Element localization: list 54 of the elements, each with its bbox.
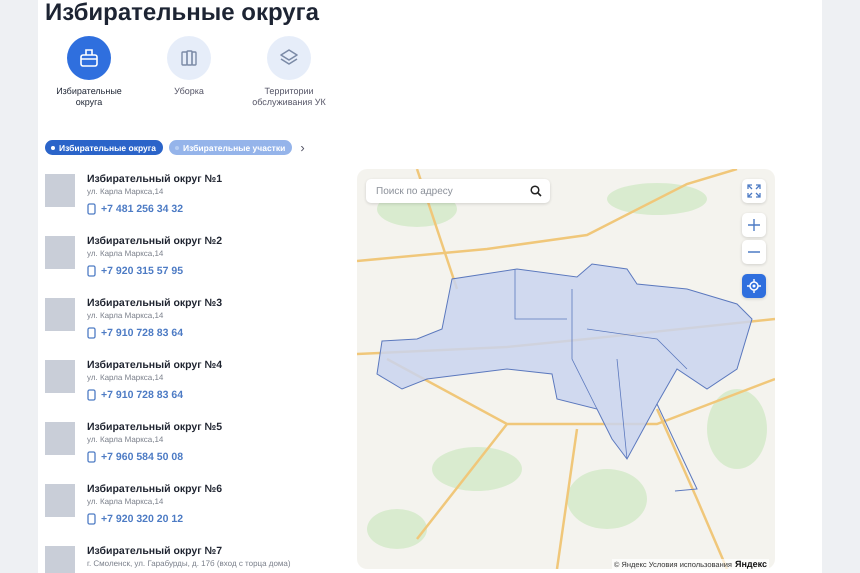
district-address: ул. Карла Маркса,14 xyxy=(87,186,164,198)
category-label: Территории обслуживания УК xyxy=(251,86,327,108)
category-label: Избирательные округа xyxy=(55,86,123,108)
district-name: Избирательный округ №7 xyxy=(87,545,224,558)
category-label: Уборка xyxy=(174,86,204,97)
photo-placeholder xyxy=(45,360,75,393)
phone-link[interactable]: +7 910 728 83 64 xyxy=(101,389,184,401)
category-button[interactable] xyxy=(167,36,211,80)
phone-icon xyxy=(87,451,96,463)
minus-icon xyxy=(748,251,760,253)
district-name: Избирательный округ №2 xyxy=(87,235,222,248)
photo-placeholder xyxy=(45,484,75,517)
district-name: Избирательный округ №1 xyxy=(87,173,222,186)
map-logo: Яндекс xyxy=(734,559,767,569)
phone-icon xyxy=(87,203,96,215)
district-address: ул. Карла Маркса,14 xyxy=(87,372,164,384)
district-address: ул. Карла Маркса,14 xyxy=(87,248,164,260)
phone-link[interactable]: +7 481 256 34 32 xyxy=(101,203,184,215)
zoom-in-button[interactable] xyxy=(742,213,766,237)
filter-chip[interactable]: Избирательные округа xyxy=(45,140,164,155)
district-name: Избирательный округ №3 xyxy=(87,297,222,310)
plus-icon xyxy=(748,219,760,231)
district-address: ул. Карла Маркса,14 xyxy=(87,496,164,508)
category-button[interactable] xyxy=(267,36,311,80)
zoom-out-button[interactable] xyxy=(742,240,766,264)
category-button[interactable] xyxy=(67,36,111,80)
phone-link[interactable]: +7 920 320 20 12 xyxy=(101,513,184,525)
phone-link[interactable]: +7 960 584 50 08 xyxy=(101,451,184,463)
phone-icon xyxy=(87,265,96,277)
fullscreen-button[interactable] xyxy=(742,179,766,203)
page-title: Избирательные округа xyxy=(45,0,320,28)
locate-button[interactable] xyxy=(742,274,766,298)
expand-icon xyxy=(747,184,761,198)
target-icon xyxy=(747,279,761,293)
district-address: ул. Карла Маркса,14 xyxy=(87,434,164,446)
scroll-right-arrow[interactable]: › xyxy=(300,140,305,155)
photo-placeholder xyxy=(45,422,75,455)
district-name: Избирательный округ №5 xyxy=(87,421,222,434)
photo-placeholder xyxy=(45,236,75,269)
district-address: г. Смоленск, ул. Гарабурды, д. 17б (вход с торца дома) xyxy=(87,558,291,570)
district-name: Избирательный округ №6 xyxy=(87,483,222,496)
search-icon xyxy=(530,185,542,197)
phone-link[interactable]: +7 910 728 83 64 xyxy=(101,327,184,339)
phone-link[interactable]: +7 920 315 57 95 xyxy=(101,265,184,277)
ballot-box-icon xyxy=(77,46,101,70)
search-field[interactable]: Поиск по адресу xyxy=(366,179,550,203)
photo-placeholder xyxy=(45,298,75,331)
photo-placeholder xyxy=(45,546,75,573)
district-address: ул. Карла Маркса,14 xyxy=(87,310,164,322)
phone-icon xyxy=(87,389,96,401)
phone-icon xyxy=(87,327,96,339)
photo-placeholder xyxy=(45,174,75,207)
district-name: Избирательный округ №4 xyxy=(87,359,222,372)
phone-icon xyxy=(87,513,96,525)
